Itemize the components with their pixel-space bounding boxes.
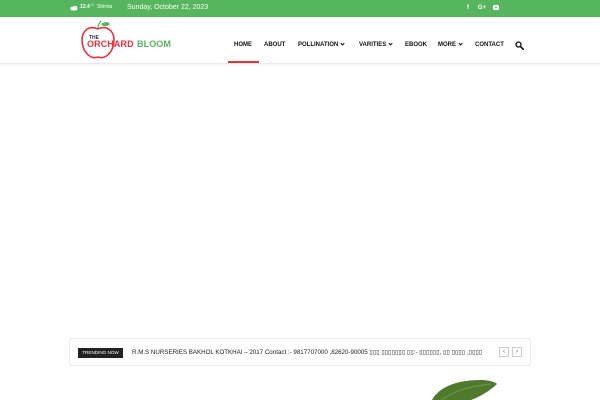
site-header: THE ORCHARD BLOOM HOME ABOUT POLLINATION… [0,17,600,64]
search-icon[interactable] [515,41,524,50]
nav-item-varities[interactable]: VARITIES [359,41,393,48]
nav-item-about[interactable]: ABOUT [264,42,285,48]
trending-headline-link[interactable]: R.M.S NURSERIES BAKHOL KOTKHAI – 2017 Co… [132,348,482,358]
google-plus-icon[interactable]: G+ [477,3,487,13]
trending-label: TRENDING NOW [78,348,123,358]
facebook-icon[interactable]: f [463,3,473,13]
trending-prev-button[interactable]: ‹ [499,347,509,357]
trending-bar: TRENDING NOW R.M.S NURSERIES BAKHOL KOTK… [69,338,531,366]
cloud-icon [70,5,78,11]
nav-item-home[interactable]: HOME [234,42,252,48]
current-date: Sunday, October 22, 2023 [127,4,209,11]
temperature-value: 12.4 [80,4,90,10]
youtube-icon[interactable] [491,3,501,13]
trending-next-button[interactable]: › [512,347,522,357]
nav-item-ebook[interactable]: EBOOK [405,42,427,48]
nav-item-more[interactable]: MORE [438,41,463,48]
nav-item-pollination[interactable]: POLLINATION [298,41,345,48]
chevron-down-icon [458,41,463,46]
leaf-image [432,380,497,400]
weather-location: Shimla [97,4,113,10]
temperature-unit: C [91,2,94,7]
active-nav-indicator [228,61,259,63]
nav-item-contact[interactable]: CONTACT [475,42,504,48]
top-bar: 12.4 C Shimla Sunday, October 22, 2023 f… [0,0,600,17]
chevron-down-icon [388,41,393,46]
chevron-down-icon [340,41,345,46]
main-navigation: HOME ABOUT POLLINATION VARITIES EBOOK MO… [0,17,600,64]
